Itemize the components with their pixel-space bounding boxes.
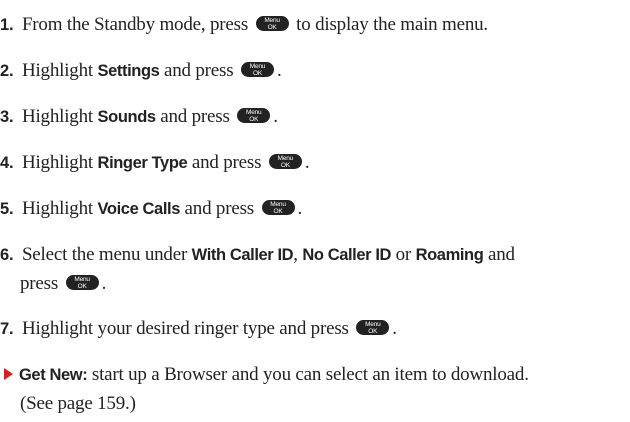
step-number: 7. [0, 320, 14, 338]
step-text: press [20, 273, 59, 294]
menu-ok-key-icon: Menu OK [268, 154, 302, 170]
separator: and [487, 244, 515, 265]
step-text: and press [184, 198, 255, 219]
bullet-heading: Get New: [19, 366, 88, 384]
option-no-caller-id: No Caller ID [302, 246, 392, 264]
step-text: Select the menu under [21, 244, 188, 265]
step-text: Highlight [21, 106, 93, 127]
step-end: . [304, 152, 310, 173]
step-text: and press [164, 60, 234, 81]
step-number: 6. [0, 246, 14, 264]
bullet-get-new: Get New: start up a Browser and you can … [0, 360, 630, 390]
step-end: . [277, 60, 282, 81]
step-text: and press [160, 106, 230, 127]
step-1: 1. From the Standby mode, press Menu OK t… [0, 10, 630, 40]
step-2: 2. Highlight Settings and press Menu OK. [0, 56, 630, 86]
instruction-page: 1. From the Standby mode, press Menu OK t… [0, 0, 630, 422]
step-6-continued: press Menu OK. [0, 269, 630, 298]
step-end: . [273, 106, 278, 127]
menu-ok-key-icon: Menu OK [356, 320, 390, 336]
step-number: 5. [0, 200, 14, 218]
step-5: 5. Highlight Voice Calls and press Menu O… [0, 194, 630, 224]
menu-item-voice-calls: Voice Calls [97, 200, 181, 218]
step-end: . [297, 198, 303, 219]
step-text: Highlight [21, 198, 93, 219]
step-number: 3. [0, 108, 14, 126]
option-with-caller-id: With Caller ID [191, 246, 294, 264]
step-7: 7. Highlight your desired ringer type an… [0, 314, 630, 344]
step-4: 4. Highlight Ringer Type and press Menu O… [0, 148, 630, 178]
menu-ok-key-icon: Menu OK [241, 62, 274, 78]
option-roaming: Roaming [415, 246, 484, 264]
menu-ok-key-icon: Menu OK [65, 275, 99, 291]
step-text: From the Standby mode, press [21, 14, 249, 35]
menu-ok-key-icon: Menu OK [237, 108, 271, 124]
bullet-get-new-continued: (See page 159.) [0, 389, 630, 418]
step-text: Highlight [21, 152, 93, 173]
separator: , [293, 244, 298, 265]
step-number: 1. [0, 16, 14, 34]
separator: or [395, 244, 412, 265]
red-arrow-bullet-icon [4, 367, 13, 380]
step-number: 4. [0, 154, 14, 172]
menu-ok-key-icon: Menu OK [255, 16, 289, 32]
step-number: 2. [0, 62, 14, 80]
menu-item-ringer-type: Ringer Type [97, 154, 188, 172]
step-end: . [101, 273, 107, 294]
step-text: to display the main menu. [296, 14, 488, 35]
menu-ok-key-icon: Menu OK [261, 200, 295, 216]
step-text: Highlight [21, 60, 93, 81]
menu-item-sounds: Sounds [97, 108, 157, 126]
step-3: 3. Highlight Sounds and press Menu OK. [0, 102, 630, 132]
step-end: . [392, 318, 397, 339]
page-reference: (See page 159.) [20, 393, 136, 414]
step-text: and press [191, 152, 262, 173]
step-6: 6. Select the menu under With Caller ID,… [0, 240, 630, 270]
menu-item-settings: Settings [97, 62, 160, 80]
bullet-text: start up a Browser and you can select an… [91, 364, 529, 385]
step-text: Highlight your desired ringer type and p… [21, 318, 349, 339]
